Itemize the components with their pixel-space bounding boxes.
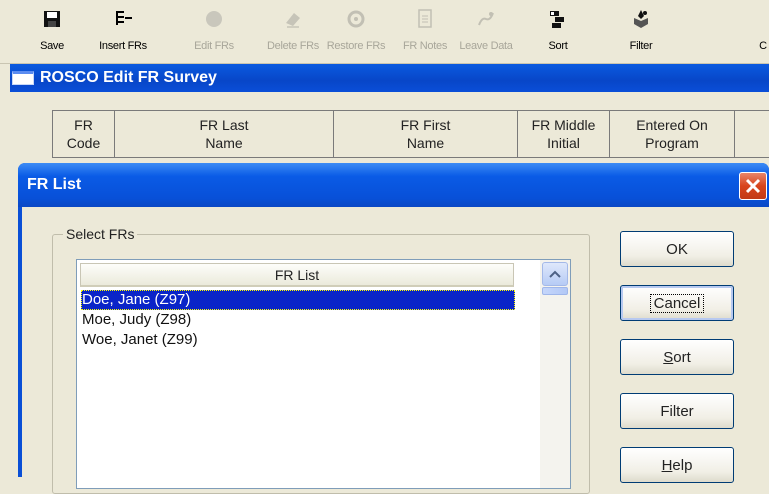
restore-frs-button[interactable]: Restore FRs <box>324 4 388 58</box>
column-header-line: FR First <box>400 117 451 133</box>
ok-button-label: OK <box>666 240 688 258</box>
insert-frs-button[interactable]: Insert FRs <box>92 4 154 58</box>
leave-icon <box>475 8 497 30</box>
vertical-scrollbar[interactable] <box>540 260 570 488</box>
close-icon <box>745 178 761 194</box>
toolbar: Save Insert FRs Edit FRs Delete FRs Rest… <box>0 0 769 64</box>
help-button[interactable]: Help <box>620 447 734 483</box>
sort-label-rest: ort <box>673 348 691 366</box>
sort-toolbar-button[interactable]: Sort <box>538 4 578 58</box>
delete-frs-button[interactable]: Delete FRs <box>262 4 324 58</box>
column-header-fr-code[interactable]: FR Code <box>52 110 115 158</box>
column-header-line: Program <box>645 135 699 151</box>
floppy-disk-icon <box>41 8 63 30</box>
fr-notes-button[interactable]: FR Notes <box>400 4 450 58</box>
blank-icon <box>756 8 769 30</box>
edit-circle-icon <box>203 8 225 30</box>
sort-accelerator: S <box>663 348 674 366</box>
help-label-rest: elp <box>672 456 693 474</box>
list-item[interactable]: Doe, Jane (Z97) <box>81 290 515 310</box>
cut-off-toolbar-button[interactable]: C <box>756 4 769 58</box>
main-window-title: ROSCO Edit FR Survey <box>40 69 217 86</box>
column-header-line: FR <box>74 117 93 133</box>
dialog-title: FR List <box>27 176 82 193</box>
column-header-entered-on-program[interactable]: Entered On Program <box>610 110 735 158</box>
column-header-line: Entered On <box>636 117 708 133</box>
window-icon <box>12 71 34 85</box>
filter-button[interactable]: Filter <box>620 393 734 429</box>
cancel-button-label: Cancel <box>649 293 705 313</box>
help-button-label: Help <box>662 457 693 474</box>
column-header-line: FR Middle <box>531 117 596 133</box>
sort-icon <box>547 8 569 30</box>
column-header-line: FR Last <box>199 117 249 133</box>
cancel-button[interactable]: Cancel <box>620 285 734 321</box>
scroll-thumb[interactable] <box>542 287 568 295</box>
help-accelerator: H <box>661 456 673 474</box>
column-header-line: Name <box>205 135 243 151</box>
main-window-title-bar: ROSCO Edit FR Survey <box>10 64 769 92</box>
fr-list-dialog: FR List Select FRs FR List Doe, Jane (Z9… <box>18 163 769 494</box>
select-frs-label: Select FRs <box>63 226 138 242</box>
ok-button[interactable]: OK <box>620 231 734 267</box>
dialog-body: Select FRs FR List Doe, Jane (Z97) Moe, … <box>22 207 769 494</box>
notes-icon <box>414 8 436 30</box>
column-header-line: Name <box>406 135 445 151</box>
sort-button-label: Sort <box>663 349 691 366</box>
insert-rows-icon <box>112 8 134 30</box>
column-header-extra[interactable] <box>735 110 769 158</box>
edit-frs-button[interactable]: Edit FRs <box>189 4 239 58</box>
filter-button-label: Filter <box>660 402 694 420</box>
column-header-fr-last-name[interactable]: FR Last Name <box>115 110 334 158</box>
sort-button[interactable]: Sort <box>620 339 734 375</box>
column-header-line: Code <box>66 135 101 151</box>
chevron-up-icon <box>549 270 561 278</box>
column-header-line: Initial <box>547 135 580 151</box>
grid-header: FR Code FR Last Name FR First Name FR Mi… <box>52 110 769 158</box>
filter-toolbar-button[interactable]: Filter <box>618 4 664 58</box>
leave-data-button[interactable]: Leave Data <box>458 4 514 58</box>
column-header-fr-middle-initial[interactable]: FR Middle Initial <box>518 110 610 158</box>
column-header-fr-first-name[interactable]: FR First Name <box>334 110 518 158</box>
eraser-icon <box>282 8 304 30</box>
list-item[interactable]: Woe, Janet (Z99) <box>81 330 515 350</box>
close-button[interactable] <box>739 172 767 200</box>
list-column-header[interactable]: FR List <box>80 263 514 287</box>
save-button[interactable]: Save <box>30 4 74 58</box>
dialog-title-bar[interactable]: FR List <box>18 163 769 207</box>
list-item[interactable]: Moe, Judy (Z98) <box>81 310 515 330</box>
filter-icon <box>630 8 652 30</box>
restore-icon <box>345 8 367 30</box>
scroll-up-button[interactable] <box>542 262 568 286</box>
fr-listbox[interactable]: FR List Doe, Jane (Z97) Moe, Judy (Z98) … <box>76 259 571 489</box>
